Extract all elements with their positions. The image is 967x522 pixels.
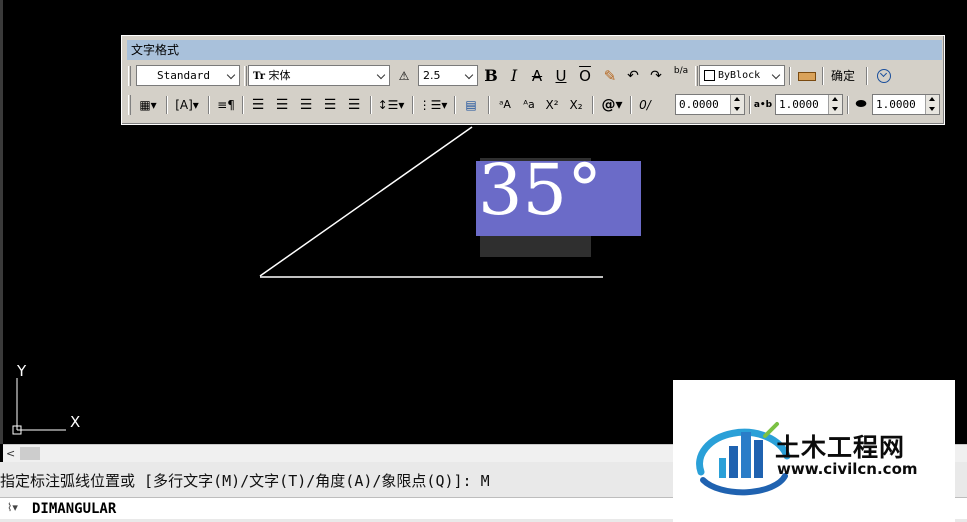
symbol-button[interactable]: @▾ <box>598 94 626 116</box>
toolbar-separator <box>166 96 168 114</box>
stack-button[interactable]: b/a <box>671 65 691 88</box>
chevron-down-icon <box>464 69 475 82</box>
toolbar-grip <box>244 66 247 86</box>
width-factor-input[interactable]: 1.0000 <box>872 94 940 115</box>
numbering-icon[interactable]: ⋮☰▾ <box>418 94 448 116</box>
align-left-icon[interactable]: ☰ <box>248 94 268 116</box>
paragraph-icon[interactable]: ≡¶ <box>216 94 236 116</box>
toolbar-separator <box>488 96 490 114</box>
toolbar-separator <box>242 96 244 114</box>
toolbar-title[interactable]: 文字格式 <box>127 40 942 60</box>
match-properties-icon[interactable]: ✎ <box>600 65 620 87</box>
symbol-label: @ <box>601 97 616 113</box>
font-select[interactable]: Tr 宋体 <box>248 65 390 86</box>
toolbar-grip <box>695 66 698 86</box>
chevron-down-icon <box>771 69 782 82</box>
underline-button[interactable]: U <box>552 65 570 87</box>
uppercase-icon[interactable]: ᵃA <box>494 94 516 116</box>
text-height-value: 2.5 <box>423 69 441 82</box>
align-center-icon[interactable]: ☰ <box>272 94 292 116</box>
tracking-icon: a•b <box>753 100 773 110</box>
oblique-angle-input[interactable]: 0.0000 <box>675 94 745 115</box>
italic-button[interactable]: I <box>505 65 523 87</box>
text-style-value: Standard <box>157 69 210 82</box>
strikethrough-button[interactable]: A <box>528 65 546 87</box>
width-factor-icon: ⬬ <box>855 97 867 112</box>
options-icon[interactable] <box>874 65 894 87</box>
distribute-icon[interactable]: ☰ <box>344 94 364 116</box>
watermark-title: 土木工程网 <box>775 433 906 462</box>
tracking-value: 1.0000 <box>779 98 819 111</box>
spinner-icon[interactable] <box>730 95 744 114</box>
command-input[interactable]: DIMANGULAR <box>32 499 116 519</box>
redo-icon[interactable]: ↷ <box>647 65 665 87</box>
oblique-angle-icon: 0/ <box>639 98 651 112</box>
ruler-icon[interactable] <box>796 65 818 87</box>
angle-line-upper[interactable] <box>259 126 473 277</box>
font-value: 宋体 <box>268 69 291 82</box>
toolbar-separator <box>866 67 868 85</box>
toolbar-separator <box>412 96 414 114</box>
color-swatch-icon <box>704 70 715 81</box>
toolbar-separator <box>592 96 594 114</box>
text-formatting-toolbar: 文字格式 Standard Tr 宋体 ⚠ 2.5 B I A U O ✎ ↶ … <box>121 35 945 125</box>
oblique-angle-value: 0.0000 <box>679 98 719 111</box>
align-right-icon[interactable]: ☰ <box>296 94 316 116</box>
chevron-down-icon <box>376 69 387 82</box>
toolbar-separator <box>847 96 849 114</box>
scrollbar-thumb[interactable] <box>20 447 40 460</box>
toolbar-separator <box>370 96 372 114</box>
watermark: 土木工程网 www.civilcn.com <box>673 380 955 522</box>
justify-icon[interactable]: ☰ <box>320 94 340 116</box>
tracking-input[interactable]: 1.0000 <box>775 94 843 115</box>
toolbar-grip[interactable] <box>128 95 131 115</box>
dimension-text[interactable]: 35° <box>478 150 602 230</box>
ok-button[interactable]: 确定 <box>826 65 860 87</box>
width-factor-value: 1.0000 <box>876 98 916 111</box>
scroll-left-icon[interactable]: < <box>6 447 18 460</box>
mtext-justification-icon[interactable]: [A]▾ <box>172 94 202 116</box>
toolbar-separator <box>454 96 456 114</box>
undo-icon[interactable]: ↶ <box>624 65 642 87</box>
toolbar-separator <box>822 67 824 85</box>
spinner-icon[interactable] <box>828 95 842 114</box>
insert-field-icon[interactable]: ▤ <box>460 94 482 116</box>
annotative-icon[interactable]: ⚠ <box>394 65 414 87</box>
toolbar-separator <box>749 96 751 114</box>
toolbar-row-1: Standard Tr 宋体 ⚠ 2.5 B I A U O ✎ ↶ ↷ b/a… <box>126 64 942 89</box>
watermark-url: www.civilcn.com <box>777 460 918 478</box>
truetype-font-icon: Tr <box>253 71 265 82</box>
superscript-button[interactable]: X² <box>542 94 562 116</box>
text-color-value: ByBlock <box>718 70 761 81</box>
bold-button[interactable]: B <box>482 65 500 87</box>
command-prompt-icon[interactable]: ⌇▾ <box>7 501 18 514</box>
toolbar-separator <box>789 67 791 85</box>
spinner-icon[interactable] <box>925 95 939 114</box>
text-style-select[interactable]: Standard <box>136 65 240 86</box>
toolbar-separator <box>630 96 632 114</box>
ucs-x-label: X <box>70 413 81 431</box>
toolbar-row-2: ▦▾ [A]▾ ≡¶ ☰ ☰ ☰ ☰ ☰ ↕☰▾ ⋮☰▾ ▤ ᵃA ᴬa X² … <box>126 93 942 118</box>
toolbar-grip[interactable] <box>128 66 131 86</box>
text-height-select[interactable]: 2.5 <box>418 65 478 86</box>
overline-button[interactable]: O <box>576 65 594 87</box>
ucs-y-label: Y <box>17 362 27 380</box>
subscript-button[interactable]: X₂ <box>566 94 586 116</box>
lowercase-icon[interactable]: ᴬa <box>518 94 540 116</box>
chevron-down-icon <box>226 69 237 82</box>
command-history-line: 指定标注弧线位置或 [多行文字(M)/文字(T)/角度(A)/象限点(Q)]: … <box>0 472 490 490</box>
columns-icon[interactable]: ▦▾ <box>134 94 162 116</box>
toolbar-separator <box>208 96 210 114</box>
line-spacing-icon[interactable]: ↕☰▾ <box>376 94 406 116</box>
text-color-select[interactable]: ByBlock <box>699 65 785 86</box>
